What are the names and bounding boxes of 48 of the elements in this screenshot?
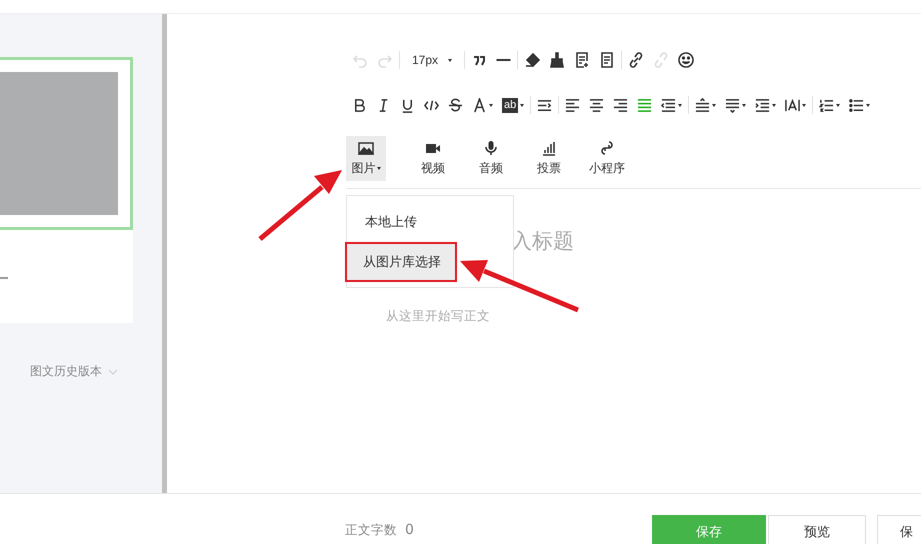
action-button[interactable]: 预览 <box>768 515 866 544</box>
underline-icon <box>400 98 415 112</box>
justify-icon <box>637 98 652 112</box>
action-button[interactable]: 保 <box>876 515 921 544</box>
caret-icon <box>448 58 452 62</box>
chevron-down-icon <box>108 368 118 374</box>
insert-video-button[interactable]: 视频 <box>404 136 462 181</box>
numbered-list-icon <box>819 98 834 112</box>
horizontal-rule-icon <box>496 59 512 61</box>
insert-audio-button[interactable]: 音频 <box>462 136 520 181</box>
eraser-icon <box>524 52 540 68</box>
space-after-icon <box>725 98 740 112</box>
strikethrough-button[interactable] <box>446 96 465 114</box>
brush-icon <box>549 52 566 68</box>
word-count: 0 <box>405 522 414 538</box>
bullet-list-icon <box>849 98 864 112</box>
bold-icon <box>352 98 367 112</box>
menu-item[interactable]: 从图片库选择 <box>345 242 457 282</box>
insert-image-button[interactable]: 图片 <box>346 136 386 181</box>
line-height-icon <box>755 98 770 112</box>
space-before-button[interactable] <box>693 96 718 114</box>
link-icon <box>628 52 644 68</box>
code-icon <box>424 98 439 112</box>
bar-chart-icon <box>541 140 557 156</box>
outdent-icon <box>661 98 676 112</box>
horizontal-rule-button[interactable] <box>494 57 514 63</box>
strikethrough-icon <box>448 98 463 112</box>
smiley-icon <box>678 52 694 68</box>
dash-mark <box>0 277 8 279</box>
font-color-icon <box>472 98 487 112</box>
document-icon <box>599 52 616 68</box>
unlink-icon <box>653 52 670 68</box>
align-center-icon <box>589 98 604 112</box>
space-before-icon <box>695 98 710 112</box>
insert-miniapp-button[interactable]: 小程序 <box>578 136 636 181</box>
insert-poll-button[interactable]: 投票 <box>520 136 578 181</box>
highlight-button[interactable]: ab <box>500 96 526 114</box>
microphone-icon <box>483 140 499 156</box>
align-right-icon <box>613 98 628 112</box>
document-plus-icon <box>574 52 590 68</box>
word-count-label: 正文字数 <box>345 522 397 538</box>
font-size-dropdown[interactable]: 17px <box>404 51 460 69</box>
letter-spacing-icon <box>785 98 800 112</box>
indent-icon <box>537 98 552 112</box>
align-left-icon <box>565 98 580 112</box>
smiley-button[interactable] <box>676 50 696 70</box>
link-knot-icon <box>599 140 615 156</box>
image-icon <box>358 140 374 156</box>
